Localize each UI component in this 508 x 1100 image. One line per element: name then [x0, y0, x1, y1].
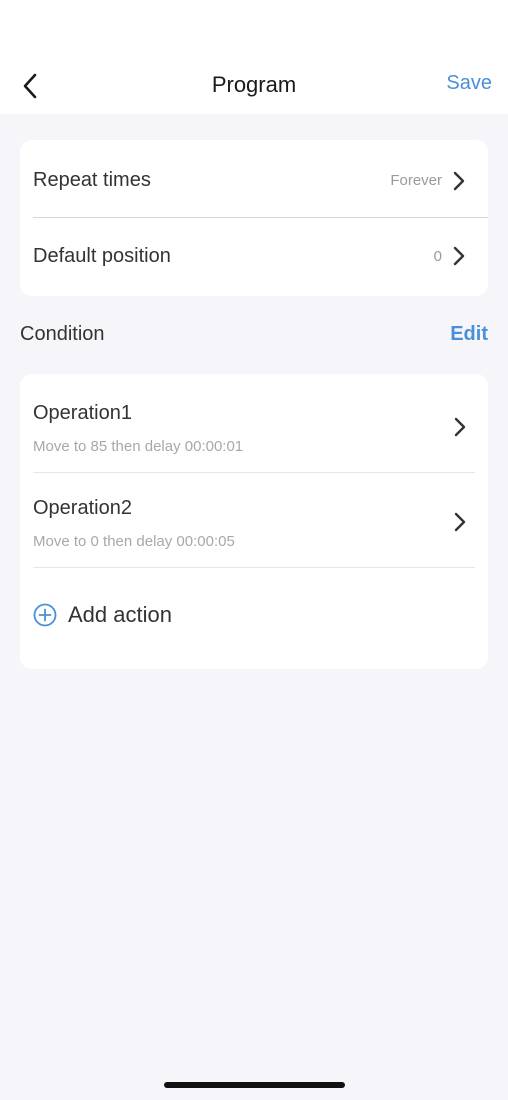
operation-row-2[interactable]: Operation2 Move to 0 then delay 00:00:05	[33, 473, 475, 568]
condition-section-title: Condition	[20, 323, 105, 345]
operation-title: Operation1	[33, 402, 132, 424]
add-action-button[interactable]: Add action	[33, 600, 172, 630]
chevron-right-icon	[448, 170, 470, 192]
operation-title: Operation2	[33, 497, 132, 519]
repeat-times-row[interactable]: Repeat times Forever	[33, 144, 488, 218]
operation-description: Move to 85 then delay 00:00:01	[33, 438, 244, 455]
nav-header: Program Save	[0, 0, 508, 114]
operations-card: Operation1 Move to 85 then delay 00:00:0…	[20, 374, 488, 669]
plus-circle-icon	[33, 603, 57, 627]
operation-row-1[interactable]: Operation1 Move to 85 then delay 00:00:0…	[33, 378, 475, 473]
default-position-row[interactable]: Default position 0	[33, 218, 488, 294]
program-screen: Program Save Repeat times Forever Defaul…	[0, 0, 508, 1100]
chevron-right-icon	[449, 416, 471, 438]
save-button[interactable]: Save	[446, 72, 492, 95]
repeat-times-value: Forever	[390, 172, 442, 189]
chevron-right-icon	[449, 511, 471, 533]
page-title: Program	[211, 72, 297, 97]
repeat-times-label: Repeat times	[33, 169, 151, 191]
chevron-right-icon	[448, 245, 470, 267]
default-position-value: 0	[433, 247, 442, 265]
settings-card: Repeat times Forever Default position 0	[20, 140, 488, 296]
add-action-label: Add action	[68, 602, 172, 627]
edit-button[interactable]: Edit	[450, 323, 488, 346]
home-indicator[interactable]	[164, 1082, 345, 1088]
default-position-label: Default position	[33, 244, 171, 267]
operation-description: Move to 0 then delay 00:00:05	[33, 533, 235, 550]
